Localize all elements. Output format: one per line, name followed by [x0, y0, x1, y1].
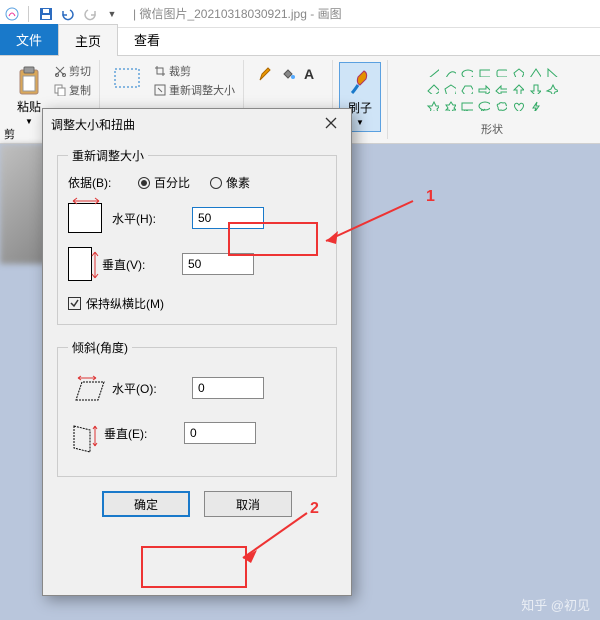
- ok-button[interactable]: 确定: [102, 491, 190, 517]
- close-button[interactable]: [319, 114, 343, 134]
- callout-oval-icon[interactable]: [475, 98, 492, 113]
- crop-label: 裁剪: [169, 63, 191, 79]
- hexagon-shape-icon[interactable]: [458, 81, 475, 96]
- shapes-group-label: 形状: [481, 121, 503, 137]
- crop-button[interactable]: 裁剪: [152, 62, 237, 80]
- horizontal-resize-icon: [68, 203, 102, 233]
- roundrect-shape-icon[interactable]: [492, 64, 509, 79]
- line-shape-icon[interactable]: [424, 64, 441, 79]
- oval-shape-icon[interactable]: [458, 64, 475, 79]
- canvas-image: [0, 144, 46, 264]
- aspect-label: 保持纵横比(M): [86, 295, 164, 312]
- annotation-label-2: 2: [310, 500, 319, 518]
- radio-icon: [210, 177, 222, 189]
- select-button[interactable]: [106, 62, 148, 96]
- window-title: | 微信图片_20210318030921.jpg - 画图: [133, 5, 342, 22]
- star5-shape-icon[interactable]: [424, 98, 441, 113]
- vertical-skew-icon: [68, 416, 94, 450]
- redo-icon[interactable]: [81, 5, 99, 23]
- horizontal-skew-icon: [68, 374, 102, 402]
- annotation-arrow-2: [235, 508, 315, 568]
- pixels-radio[interactable]: 像素: [210, 174, 250, 191]
- vertical-e-label: 垂直(E):: [104, 425, 174, 442]
- bucket-icon[interactable]: [280, 66, 296, 85]
- polygon-shape-icon[interactable]: [509, 64, 526, 79]
- triangle-shape-icon[interactable]: [526, 64, 543, 79]
- close-icon: [325, 117, 337, 129]
- percent-label: 百分比: [154, 174, 190, 191]
- rect-shape-icon[interactable]: [475, 64, 492, 79]
- radio-checked-icon: [138, 177, 150, 189]
- copy-label: 复制: [69, 82, 91, 98]
- by-label: 依据(B):: [68, 174, 118, 191]
- cut-label: 剪切: [69, 63, 91, 79]
- cut-button[interactable]: 剪切: [52, 62, 93, 80]
- crop-icon: [154, 65, 166, 77]
- shapes-gallery[interactable]: [420, 62, 564, 115]
- vertical-v-label: 垂直(V):: [102, 256, 172, 273]
- shapes-group: 形状: [388, 60, 596, 139]
- skew-v-input[interactable]: [184, 422, 256, 444]
- clipboard-icon: [16, 66, 42, 96]
- tab-file[interactable]: 文件: [0, 24, 58, 55]
- dialog-titlebar[interactable]: 调整大小和扭曲: [43, 109, 351, 139]
- paste-label: 粘贴: [17, 98, 41, 115]
- resize-legend: 重新调整大小: [68, 147, 148, 164]
- app-icon: [4, 6, 20, 22]
- aspect-checkbox[interactable]: 保持纵横比(M): [68, 295, 326, 312]
- copy-icon: [54, 84, 66, 96]
- lightning-shape-icon[interactable]: [526, 98, 543, 113]
- resize-label: 重新调整大小: [169, 82, 235, 98]
- rtriangle-shape-icon[interactable]: [543, 64, 560, 79]
- checkbox-checked-icon: [68, 297, 81, 310]
- arrowr-shape-icon[interactable]: [475, 81, 492, 96]
- select-icon: [112, 66, 142, 92]
- pentagon-shape-icon[interactable]: [441, 81, 458, 96]
- arrowu-shape-icon[interactable]: [509, 81, 526, 96]
- chevron-down-icon: ▼: [356, 118, 364, 127]
- qat-dropdown-icon[interactable]: ▼: [103, 5, 121, 23]
- star6-shape-icon[interactable]: [441, 98, 458, 113]
- skew-h-input[interactable]: [192, 377, 264, 399]
- vertical-input[interactable]: [182, 253, 254, 275]
- selection-label: 剪: [4, 126, 15, 142]
- star4-shape-icon[interactable]: [543, 81, 560, 96]
- percent-radio[interactable]: 百分比: [138, 174, 190, 191]
- copy-button[interactable]: 复制: [52, 81, 93, 99]
- curve-shape-icon[interactable]: [441, 64, 458, 79]
- annotation-label-1: 1: [426, 188, 435, 206]
- resize-fieldset: 重新调整大小 依据(B): 百分比 像素 水平(H): 垂直(V): 保持纵横比…: [57, 147, 337, 325]
- pixels-label: 像素: [226, 174, 250, 191]
- tab-home[interactable]: 主页: [58, 24, 118, 56]
- skew-fieldset: 倾斜(角度) 水平(O): 垂直(E):: [57, 339, 337, 477]
- svg-text:A: A: [304, 66, 314, 82]
- horizontal-input[interactable]: [192, 207, 264, 229]
- horizontal-o-label: 水平(O):: [112, 380, 182, 397]
- dialog-title: 调整大小和扭曲: [51, 116, 135, 133]
- brush-icon: [346, 67, 374, 97]
- diamond-shape-icon[interactable]: [424, 81, 441, 96]
- watermark: 知乎 @初见: [521, 595, 590, 614]
- tab-view[interactable]: 查看: [118, 24, 176, 55]
- chevron-down-icon: ▼: [25, 117, 33, 126]
- resize-button[interactable]: 重新调整大小: [152, 81, 237, 99]
- save-icon[interactable]: [37, 5, 55, 23]
- resize-icon: [154, 84, 166, 96]
- text-icon[interactable]: A: [302, 66, 318, 85]
- skew-legend: 倾斜(角度): [68, 339, 132, 356]
- heart-shape-icon[interactable]: [509, 98, 526, 113]
- arrowl-shape-icon[interactable]: [492, 81, 509, 96]
- undo-icon[interactable]: [59, 5, 77, 23]
- callout-rect-icon[interactable]: [458, 98, 475, 113]
- arrowd-shape-icon[interactable]: [526, 81, 543, 96]
- callout-cloud-icon[interactable]: [492, 98, 509, 113]
- quick-access-toolbar: [37, 5, 99, 23]
- scissors-icon: [54, 65, 66, 77]
- vertical-resize-icon: [68, 247, 92, 281]
- pencil-icon[interactable]: [258, 66, 274, 85]
- annotation-arrow-1: [318, 196, 418, 256]
- horizontal-h-label: 水平(H):: [112, 210, 182, 227]
- ribbon-tabs: 文件 主页 查看: [0, 28, 600, 56]
